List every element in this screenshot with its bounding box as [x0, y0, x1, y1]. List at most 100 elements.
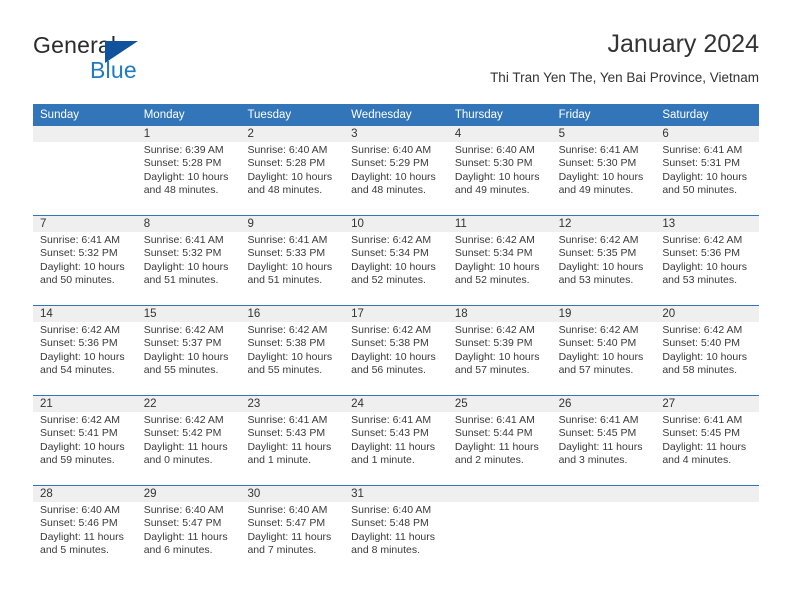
calendar-day-cell[interactable]: 21 Sunrise: 6:42 AM Sunset: 5:41 PM Dayligh…: [33, 396, 137, 485]
sunrise-text: Sunrise: 6:40 AM: [40, 504, 120, 516]
sunset-text: Sunset: 5:48 PM: [351, 517, 429, 530]
week-cells: 21 Sunrise: 6:42 AM Sunset: 5:41 PM Dayligh…: [33, 396, 759, 485]
week-cells: 14 Sunrise: 6:42 AM Sunset: 5:36 PM Dayligh…: [33, 306, 759, 395]
sunset-text: Sunset: 5:33 PM: [247, 247, 326, 260]
daylight-text-line1: Daylight: 11 hours: [247, 440, 332, 453]
daylight-text-line2: and 55 minutes.: [247, 364, 323, 377]
sunrise-text: Sunrise: 6:40 AM: [454, 144, 535, 156]
sunrise-text: Sunrise: 6:41 AM: [662, 144, 743, 156]
day-number: 29: [143, 488, 157, 500]
day-number: 7: [40, 218, 47, 230]
calendar-day-cell[interactable]: 10 Sunrise: 6:42 AM Sunset: 5:34 PM Dayligh…: [344, 216, 448, 305]
calendar-day-cell[interactable]: 11 Sunrise: 6:42 AM Sunset: 5:34 PM Dayligh…: [448, 216, 552, 305]
calendar-day-cell[interactable]: 22 Sunrise: 6:42 AM Sunset: 5:42 PM Dayligh…: [137, 396, 241, 485]
calendar-day-cell[interactable]: 9 Sunrise: 6:41 AM Sunset: 5:33 PM Daylight…: [240, 216, 344, 305]
daylight-text-line2: and 53 minutes.: [662, 274, 738, 287]
sunset-text: Sunset: 5:38 PM: [247, 337, 326, 350]
calendar-day-cell[interactable]: 6 Sunrise: 6:41 AM Sunset: 5:31 PM Daylight…: [655, 126, 759, 215]
daylight-text-line2: and 7 minutes.: [247, 544, 317, 557]
calendar-day-cell[interactable]: 28 Sunrise: 6:40 AM Sunset: 5:46 PM Dayligh…: [33, 486, 137, 575]
calendar-day-cell[interactable]: 1 Sunrise: 6:39 AM Sunset: 5:28 PM Daylight…: [137, 126, 241, 215]
day-details: Sunrise: 6:41 AM Sunset: 5:33 PM Daylight:…: [247, 234, 340, 288]
sunrise-text: Sunrise: 6:41 AM: [662, 414, 743, 426]
calendar-weeks: 1 Sunrise: 6:39 AM Sunset: 5:28 PM Daylight…: [33, 126, 759, 575]
daylight-text-line1: Daylight: 10 hours: [662, 350, 747, 363]
calendar-day-cell[interactable]: 13 Sunrise: 6:42 AM Sunset: 5:36 PM Dayligh…: [655, 216, 759, 305]
calendar-day-cell[interactable]: 7 Sunrise: 6:41 AM Sunset: 5:32 PM Daylight…: [33, 216, 137, 305]
calendar-day-cell[interactable]: 3 Sunrise: 6:40 AM Sunset: 5:29 PM Daylight…: [344, 126, 448, 215]
sunset-text: Sunset: 5:30 PM: [454, 157, 533, 170]
sunrise-text: Sunrise: 6:42 AM: [454, 234, 535, 246]
daylight-text-line1: Daylight: 11 hours: [247, 530, 332, 543]
calendar-day-cell[interactable]: 18 Sunrise: 6:42 AM Sunset: 5:39 PM Dayligh…: [448, 306, 552, 395]
daylight-text-line2: and 48 minutes.: [351, 184, 426, 197]
day-details: Sunrise: 6:40 AM Sunset: 5:46 PM Daylight:…: [40, 504, 133, 558]
sunrise-text: Sunrise: 6:42 AM: [40, 414, 120, 426]
calendar-day-cell[interactable]: 23 Sunrise: 6:41 AM Sunset: 5:43 PM Dayligh…: [240, 396, 344, 485]
sunset-text: Sunset: 5:32 PM: [143, 247, 222, 260]
title-block: January 2024 Thi Tran Yen The, Yen Bai P…: [490, 28, 759, 88]
daylight-text-line1: Daylight: 10 hours: [247, 170, 333, 183]
calendar-day-cell[interactable]: 19 Sunrise: 6:42 AM Sunset: 5:40 PM Dayligh…: [552, 306, 656, 395]
sunrise-text: Sunrise: 6:39 AM: [143, 144, 224, 156]
calendar-day-cell[interactable]: 2 Sunrise: 6:40 AM Sunset: 5:28 PM Daylight…: [240, 126, 344, 215]
daylight-text-line2: and 6 minutes.: [143, 544, 213, 557]
sunrise-text: Sunrise: 6:42 AM: [662, 324, 743, 336]
sunrise-text: Sunrise: 6:42 AM: [662, 234, 743, 246]
week-cells: 1 Sunrise: 6:39 AM Sunset: 5:28 PM Daylight…: [33, 126, 759, 215]
day-number: 5: [558, 128, 565, 140]
daylight-text-line2: and 51 minutes.: [247, 274, 323, 287]
sunrise-text: Sunrise: 6:42 AM: [558, 234, 639, 246]
sunset-text: Sunset: 5:47 PM: [143, 517, 222, 530]
calendar-day-cell[interactable]: 4 Sunrise: 6:40 AM Sunset: 5:30 PM Daylight…: [448, 126, 552, 215]
calendar-day-cell[interactable]: 14 Sunrise: 6:42 AM Sunset: 5:36 PM Dayligh…: [33, 306, 137, 395]
daylight-text-line1: Daylight: 10 hours: [351, 260, 436, 273]
sunset-text: Sunset: 5:37 PM: [143, 337, 222, 350]
day-number: 17: [351, 308, 364, 320]
calendar-day-cell[interactable]: 30 Sunrise: 6:40 AM Sunset: 5:47 PM Dayligh…: [240, 486, 344, 575]
sunset-text: Sunset: 5:42 PM: [143, 427, 222, 440]
daylight-text-line1: Daylight: 10 hours: [143, 170, 229, 183]
day-number: 9: [247, 218, 254, 230]
day-number: 14: [40, 308, 53, 320]
daylight-text-line1: Daylight: 10 hours: [40, 260, 125, 273]
sunset-text: Sunset: 5:34 PM: [351, 247, 429, 260]
day-number: 19: [558, 308, 572, 320]
calendar-cell-empty: [552, 486, 656, 575]
day-details: Sunrise: 6:42 AM Sunset: 5:39 PM Daylight:…: [455, 324, 548, 378]
calendar-day-cell[interactable]: 27 Sunrise: 6:41 AM Sunset: 5:45 PM Dayligh…: [655, 396, 759, 485]
calendar-day-cell[interactable]: 26 Sunrise: 6:41 AM Sunset: 5:45 PM Dayligh…: [552, 396, 656, 485]
calendar-day-cell[interactable]: 31 Sunrise: 6:40 AM Sunset: 5:48 PM Dayligh…: [344, 486, 448, 575]
calendar-day-cell[interactable]: 12 Sunrise: 6:42 AM Sunset: 5:35 PM Dayligh…: [552, 216, 656, 305]
calendar-day-cell[interactable]: 20 Sunrise: 6:42 AM Sunset: 5:40 PM Dayligh…: [655, 306, 759, 395]
day-details: Sunrise: 6:42 AM Sunset: 5:37 PM Daylight:…: [144, 324, 237, 378]
calendar-day-cell[interactable]: 24 Sunrise: 6:41 AM Sunset: 5:43 PM Dayligh…: [344, 396, 448, 485]
calendar-day-cell[interactable]: 16 Sunrise: 6:42 AM Sunset: 5:38 PM Dayligh…: [240, 306, 344, 395]
daylight-text-line2: and 1 minute.: [351, 454, 415, 467]
day-details: Sunrise: 6:42 AM Sunset: 5:42 PM Daylight:…: [144, 414, 237, 468]
day-number: 4: [454, 128, 462, 140]
calendar-day-cell[interactable]: 29 Sunrise: 6:40 AM Sunset: 5:47 PM Dayligh…: [137, 486, 241, 575]
daylight-text-line2: and 48 minutes.: [247, 184, 323, 197]
calendar-day-cell[interactable]: 8 Sunrise: 6:41 AM Sunset: 5:32 PM Daylight…: [137, 216, 241, 305]
day-of-week-label-sunday: Sunday: [40, 109, 80, 121]
sunset-text: Sunset: 5:34 PM: [454, 247, 533, 260]
day-details: Sunrise: 6:42 AM Sunset: 5:41 PM Daylight:…: [40, 414, 133, 468]
day-details: Sunrise: 6:40 AM Sunset: 5:29 PM Daylight:…: [351, 144, 444, 198]
general-blue-logo[interactable]: General Blue: [33, 32, 243, 86]
sunset-text: Sunset: 5:28 PM: [247, 157, 326, 170]
sunrise-text: Sunrise: 6:41 AM: [143, 234, 224, 246]
day-details: Sunrise: 6:42 AM Sunset: 5:40 PM Daylight:…: [559, 324, 652, 378]
day-number: 26: [558, 398, 572, 410]
day-details: Sunrise: 6:42 AM Sunset: 5:34 PM Daylight:…: [455, 234, 548, 288]
calendar-day-cell[interactable]: 15 Sunrise: 6:42 AM Sunset: 5:37 PM Dayligh…: [137, 306, 241, 395]
day-details: Sunrise: 6:41 AM Sunset: 5:43 PM Daylight:…: [351, 414, 444, 468]
daylight-text-line2: and 48 minutes.: [143, 184, 219, 197]
calendar-day-cell[interactable]: 17 Sunrise: 6:42 AM Sunset: 5:38 PM Dayligh…: [344, 306, 448, 395]
daylight-text-line1: Daylight: 10 hours: [143, 350, 229, 363]
calendar-day-cell[interactable]: 25 Sunrise: 6:41 AM Sunset: 5:44 PM Dayligh…: [448, 396, 552, 485]
daylight-text-line1: Daylight: 11 hours: [662, 440, 747, 453]
calendar-day-cell[interactable]: 5 Sunrise: 6:41 AM Sunset: 5:30 PM Daylight…: [552, 126, 656, 215]
daylight-text-line1: Daylight: 10 hours: [558, 350, 644, 363]
day-number: 28: [40, 488, 53, 500]
